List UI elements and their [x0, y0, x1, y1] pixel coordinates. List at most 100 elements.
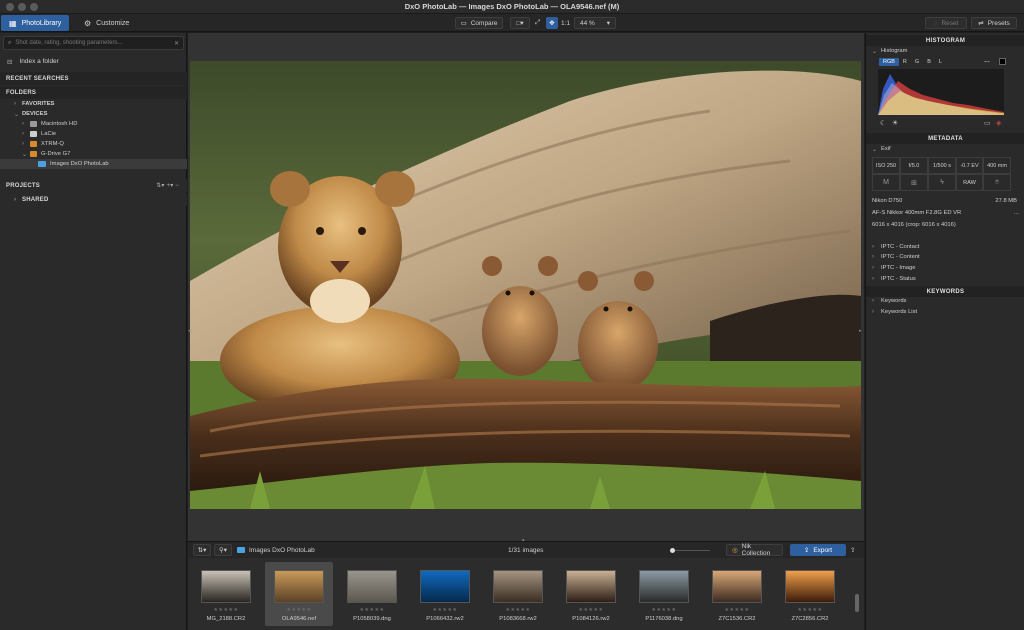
one-to-one-button[interactable]: 1:1 — [561, 17, 570, 29]
iptc-content-row[interactable]: › IPTC - Content — [866, 252, 1024, 262]
sort-button[interactable]: ⇅▾ — [193, 544, 211, 556]
channel-b[interactable]: B — [923, 58, 935, 66]
clear-search-icon[interactable]: ✕ — [174, 40, 179, 47]
tab-photolibrary[interactable]: ▦ PhotoLibrary — [1, 15, 69, 31]
iptc-image-row[interactable]: › IPTC - Image — [866, 263, 1024, 273]
filmstrip-thumb[interactable]: ★★★★★ P1066432.rw2 — [411, 562, 479, 626]
filmstrip-thumb[interactable]: ★★★★★ P1084126.rw2 — [557, 562, 625, 626]
compare-button[interactable]: ▭ Compare — [455, 17, 503, 29]
folders-header[interactable]: FOLDERS — [0, 86, 187, 99]
iptc-status-row[interactable]: › IPTC - Status — [866, 274, 1024, 284]
channel-l[interactable]: L — [935, 58, 946, 66]
chevron-right-icon: › — [872, 244, 874, 250]
histogram-section[interactable]: ⌄ Histogram — [866, 46, 1024, 56]
highlight-clip-icon[interactable]: ☀ — [892, 119, 898, 127]
thumb-image — [274, 570, 324, 603]
shadow-clip-icon[interactable]: ☾ — [880, 119, 886, 127]
metadata-header[interactable]: METADATA — [866, 133, 1024, 144]
hand-tool-icon[interactable]: ✥ — [546, 17, 558, 29]
keywords-list-label: Keywords List — [881, 309, 918, 315]
tree-drive-xtrm[interactable]: › XTRM-Q — [0, 139, 187, 149]
nik-collection-button[interactable]: ◎ Nik Collection — [726, 543, 783, 557]
histogram-header[interactable]: HISTOGRAM — [866, 35, 1024, 46]
filmstrip-thumb[interactable]: ★★★★★ P1083668.rw2 — [484, 562, 552, 626]
tree-devices[interactable]: ⌄ DEVICES — [0, 109, 187, 119]
channel-g[interactable]: G — [911, 58, 923, 66]
keywords-list-row[interactable]: › Keywords List — [866, 307, 1024, 317]
search-icon: ⌕ — [8, 39, 12, 46]
tree-drive-gdrive[interactable]: ⌄ G-Drive G7 — [0, 149, 187, 159]
zoom-value: 44 % — [580, 19, 595, 27]
collapse-left-icon[interactable]: ◂ — [188, 328, 191, 334]
slider-knob[interactable] — [670, 548, 675, 553]
recent-searches-header[interactable]: RECENT SEARCHES — [0, 72, 187, 85]
image-viewer[interactable]: ▴ ◂ ▸ — [188, 33, 864, 543]
histogram-label: Histogram — [881, 48, 908, 54]
rating-stars[interactable]: ★★★★★ — [630, 607, 698, 613]
shared-header[interactable]: › SHARED — [0, 193, 187, 206]
filter-button[interactable]: ⚲▾ — [214, 544, 232, 556]
filmstrip-thumb[interactable]: ★★★★★ OLA9546.nef — [265, 562, 333, 626]
filmstrip-thumb[interactable]: ★★★★★ MG_2188.CR2 — [192, 562, 260, 626]
thumb-filename: MG_2188.CR2 — [206, 616, 246, 622]
devices-label: DEVICES — [22, 111, 48, 117]
clipping-icon[interactable]: ⌁⌁ — [984, 59, 990, 65]
export-label: Export — [813, 546, 833, 554]
view-mode-button[interactable]: □▾ — [510, 17, 530, 29]
tree-favorites[interactable]: › FAVORITES — [0, 99, 187, 109]
rating-stars[interactable]: ★★★★★ — [192, 607, 260, 613]
share-icon[interactable]: ⇧ — [850, 544, 855, 556]
tree-drive-macintosh[interactable]: › Macintosh HD — [0, 119, 187, 129]
drive-label: LaCie — [41, 131, 57, 137]
index-folder-button[interactable]: ⊟ Index a folder — [0, 55, 187, 68]
search-input[interactable]: ⌕ Shot date, rating, shooting parameters… — [3, 36, 184, 50]
rating-stars[interactable]: ★★★★★ — [411, 607, 479, 613]
drive-label: G-Drive G7 — [41, 151, 71, 157]
presets-button[interactable]: ⇌ Presets — [971, 17, 1017, 29]
rating-stars[interactable]: ★★★★★ — [703, 607, 771, 613]
rating-stars[interactable]: ★★★★★ — [338, 607, 406, 613]
iptc-label: IPTC - Status — [881, 276, 916, 282]
background-swatch[interactable] — [999, 58, 1006, 65]
main-photo[interactable] — [190, 61, 861, 509]
filmstrip-thumb[interactable]: ★★★★★ P1058039.dng — [338, 562, 406, 626]
dimensions-row: 6016 x 4016 (crop: 6016 x 4016) — [872, 222, 956, 228]
thumb-image — [201, 570, 251, 603]
soft-proof-icon[interactable]: ◈ — [996, 119, 1001, 127]
keywords-row[interactable]: › Keywords — [866, 296, 1024, 306]
thumb-image — [639, 570, 689, 603]
zoom-select[interactable]: 44 % ▾ — [574, 17, 616, 29]
nik-label: Nik Collection — [741, 543, 771, 557]
tab-customize[interactable]: ⚙ Customize — [76, 15, 138, 31]
export-button[interactable]: ⇪ Export — [790, 544, 846, 556]
iptc-contact-row[interactable]: › IPTC - Contact — [866, 242, 1024, 252]
reset-icon: ◌ — [933, 19, 938, 27]
rating-stars[interactable]: ★★★★★ — [265, 607, 333, 613]
projects-header[interactable]: PROJECTS ⇅▾ +▾ − — [0, 179, 187, 192]
display-icon[interactable]: ▭ — [984, 119, 991, 127]
tree-folder-selected[interactable]: Images DxO PhotoLab — [0, 159, 187, 169]
window-title: DxO PhotoLab — Images DxO PhotoLab — OLA… — [404, 2, 620, 11]
channel-r[interactable]: R — [899, 58, 911, 66]
filmstrip-thumb[interactable]: ★★★★★ Z7C1536.CR2 — [703, 562, 771, 626]
exif-section[interactable]: ⌄ Exif — [866, 144, 1024, 154]
rating-stars[interactable]: ★★★★★ — [484, 607, 552, 613]
reset-button[interactable]: ◌ Reset — [925, 17, 967, 29]
filmstrip-scrollbar[interactable] — [855, 594, 859, 612]
grid-icon: ▦ — [9, 18, 17, 28]
more-icon[interactable]: … — [1013, 210, 1019, 216]
channel-rgb[interactable]: RGB — [879, 58, 899, 66]
fit-icon[interactable]: ⤢ — [535, 17, 540, 29]
collapse-right-icon[interactable]: ▸ — [859, 328, 862, 334]
rating-stars[interactable]: ★★★★★ — [776, 607, 844, 613]
rating-stars[interactable]: ★★★★★ — [557, 607, 625, 613]
drive-label: Macintosh HD — [41, 121, 78, 127]
filmstrip-thumb[interactable]: ★★★★★ Z7C2856.CR2 — [776, 562, 844, 626]
filmstrip-thumb[interactable]: ★★★★★ P1176038.dng — [630, 562, 698, 626]
keywords-label: Keywords — [881, 298, 907, 304]
chevron-right-icon: › — [22, 131, 24, 137]
tree-drive-lacie[interactable]: › LaCie — [0, 129, 187, 139]
thumbnail-size-slider[interactable] — [670, 548, 710, 553]
chevron-right-icon: › — [14, 196, 17, 203]
projects-actions-icon[interactable]: ⇅▾ +▾ − — [156, 182, 179, 189]
